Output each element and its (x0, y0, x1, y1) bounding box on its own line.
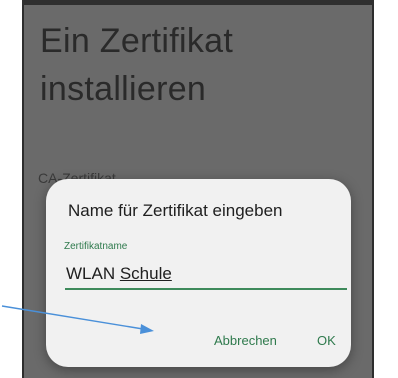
ok-button[interactable]: OK (317, 333, 336, 348)
certificate-name-label: Zertifikatname (64, 241, 128, 252)
certificate-name-dialog: Name für Zertifikat eingeben Zertifikatn… (46, 179, 351, 367)
dialog-title: Name für Zertifikat eingeben (68, 201, 283, 220)
page-title-line2: installieren (40, 70, 207, 108)
cancel-button[interactable]: Abbrechen (214, 333, 277, 348)
certificate-name-input[interactable]: WLAN Schule (66, 264, 172, 284)
certificate-name-text-underlined: Schule (119, 264, 172, 283)
phone-screen: Ein Zertifikat installieren CA-Zertifika… (22, 5, 374, 378)
page-title-line1: Ein Zertifikat (40, 22, 234, 60)
input-underline (65, 288, 347, 290)
certificate-name-text: WLAN (66, 264, 120, 283)
page-title: Ein Zertifikat installieren (40, 17, 340, 113)
